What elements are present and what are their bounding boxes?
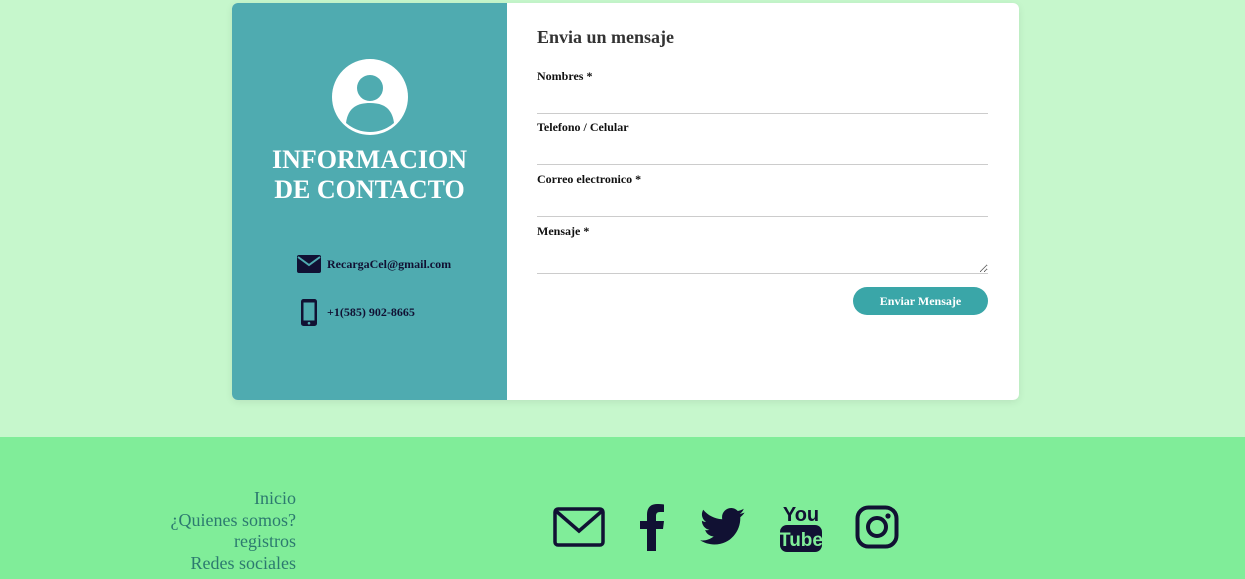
footer-link-inicio[interactable]: Inicio bbox=[254, 488, 296, 508]
footer-link-item: registros bbox=[171, 531, 296, 553]
footer-link-item: Redes sociales bbox=[171, 553, 296, 575]
footer-link-item: Inicio bbox=[171, 488, 296, 510]
envelope-icon bbox=[297, 255, 321, 273]
message-field-label: Mensaje * bbox=[537, 224, 590, 238]
contact-phone: +1(585) 902-8665 bbox=[327, 305, 415, 319]
user-avatar-icon bbox=[332, 59, 408, 135]
contact-info-title: INFORMACION DE CONTACTO bbox=[232, 145, 507, 205]
contact-card: INFORMACION DE CONTACTO RecargaCel@gmail… bbox=[232, 3, 1019, 400]
footer-link-registros[interactable]: registros bbox=[234, 531, 296, 551]
message-field-group: Mensaje * bbox=[537, 224, 988, 274]
contact-info-panel: INFORMACION DE CONTACTO RecargaCel@gmail… bbox=[232, 3, 507, 400]
contact-email: RecargaCel@gmail.com bbox=[327, 256, 452, 271]
email-field-group: Correo electronico * bbox=[537, 172, 988, 217]
contact-info-title-line1: INFORMACION bbox=[272, 145, 467, 174]
footer-link-redes-sociales[interactable]: Redes sociales bbox=[191, 553, 296, 573]
message-form-panel: Envia un mensaje Nombres * Telefono / Ce… bbox=[507, 3, 1019, 400]
phone-field-group: Telefono / Celular bbox=[537, 120, 988, 165]
footer-instagram-link[interactable] bbox=[854, 501, 900, 553]
phone-field[interactable] bbox=[537, 143, 988, 165]
svg-text:You: You bbox=[783, 504, 819, 526]
footer-nav: Inicio ¿Quienes somos? registros Redes s… bbox=[171, 488, 296, 574]
footer: Inicio ¿Quienes somos? registros Redes s… bbox=[0, 437, 1245, 579]
email-contact-row: RecargaCel@gmail.com bbox=[297, 255, 451, 273]
footer-link-item: ¿Quienes somos? bbox=[171, 510, 296, 532]
smartphone-icon bbox=[301, 299, 317, 326]
footer-twitter-link[interactable] bbox=[699, 501, 747, 553]
name-field[interactable] bbox=[537, 92, 988, 114]
footer-youtube-link[interactable]: You Tube bbox=[778, 501, 824, 553]
phone-field-label: Telefono / Celular bbox=[537, 120, 629, 134]
name-field-label: Nombres * bbox=[537, 69, 593, 83]
instagram-icon bbox=[855, 505, 899, 549]
facebook-icon bbox=[640, 504, 664, 551]
send-message-button[interactable]: Enviar Mensaje bbox=[853, 287, 988, 315]
footer-link-quienes-somos[interactable]: ¿Quienes somos? bbox=[171, 510, 296, 530]
youtube-icon: You Tube bbox=[779, 504, 823, 552]
message-field[interactable] bbox=[537, 244, 988, 274]
footer-facebook-link[interactable] bbox=[636, 501, 668, 553]
phone-contact-row: +1(585) 902-8665 bbox=[297, 299, 415, 326]
footer-mail-link[interactable] bbox=[552, 501, 606, 553]
email-field[interactable] bbox=[537, 195, 988, 217]
svg-text:Tube: Tube bbox=[779, 530, 823, 551]
twitter-icon bbox=[700, 508, 746, 545]
email-field-label: Correo electronico * bbox=[537, 172, 642, 186]
form-title: Envia un mensaje bbox=[537, 27, 675, 47]
contact-info-title-line2: DE CONTACTO bbox=[274, 175, 465, 204]
name-field-group: Nombres * bbox=[537, 69, 988, 114]
mail-icon bbox=[553, 507, 605, 547]
